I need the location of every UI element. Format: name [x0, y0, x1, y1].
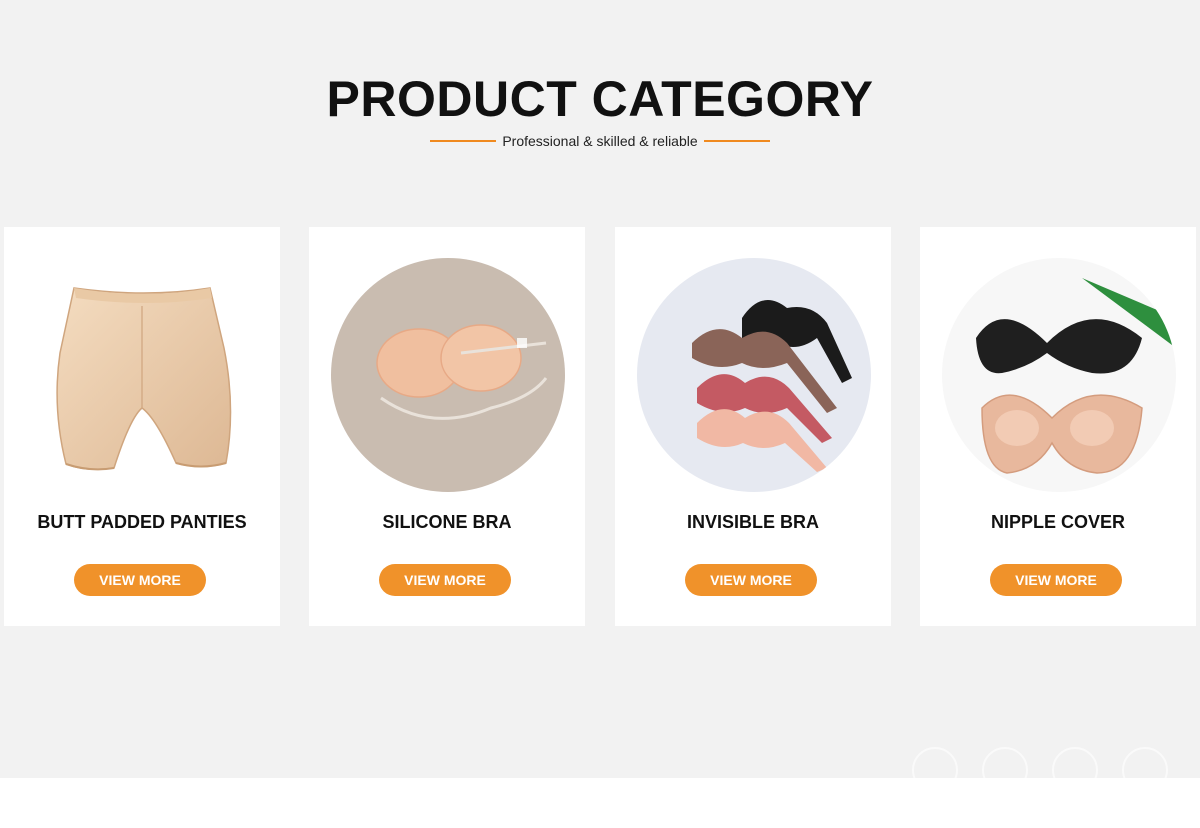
invisible-bra-photo[interactable] — [637, 258, 871, 492]
subtitle-left-divider — [430, 140, 497, 142]
section-title: PRODUCT CATEGORY — [326, 71, 874, 127]
view-more-button[interactable]: VIEW MORE — [990, 564, 1122, 596]
view-more-button[interactable]: VIEW MORE — [74, 564, 206, 596]
product-category-section: PRODUCT CATEGORY Professional & skilled … — [0, 0, 1200, 793]
category-name: BUTT PADDED PANTIES — [37, 512, 247, 532]
decorative-faded-circles — [905, 740, 1185, 793]
category-card-silicone-bra[interactable]: SILICONE BRA VIEW MORE — [309, 227, 585, 626]
category-name: NIPPLE COVER — [990, 512, 1126, 532]
silicone-bra-photo[interactable] — [331, 258, 565, 492]
category-card-butt-padded-panties[interactable]: BUTT PADDED PANTIES VIEW MORE — [4, 227, 280, 626]
category-card-nipple-cover[interactable]: NIPPLE COVER VIEW MORE — [920, 227, 1196, 626]
section-subtitle-row: Professional & skilled & reliable — [0, 133, 1200, 149]
subtitle-right-divider — [703, 140, 770, 142]
view-more-button[interactable]: VIEW MORE — [685, 564, 817, 596]
padded-panties-photo[interactable] — [26, 258, 260, 492]
category-name: INVISIBLE BRA — [686, 512, 819, 532]
nipple-cover-photo[interactable] — [942, 258, 1176, 492]
section-subtitle: Professional & skilled & reliable — [502, 133, 698, 149]
category-name: SILICONE BRA — [382, 512, 512, 532]
view-more-button[interactable]: VIEW MORE — [379, 564, 511, 596]
category-card-invisible-bra[interactable]: INVISIBLE BRA VIEW MORE — [615, 227, 891, 626]
